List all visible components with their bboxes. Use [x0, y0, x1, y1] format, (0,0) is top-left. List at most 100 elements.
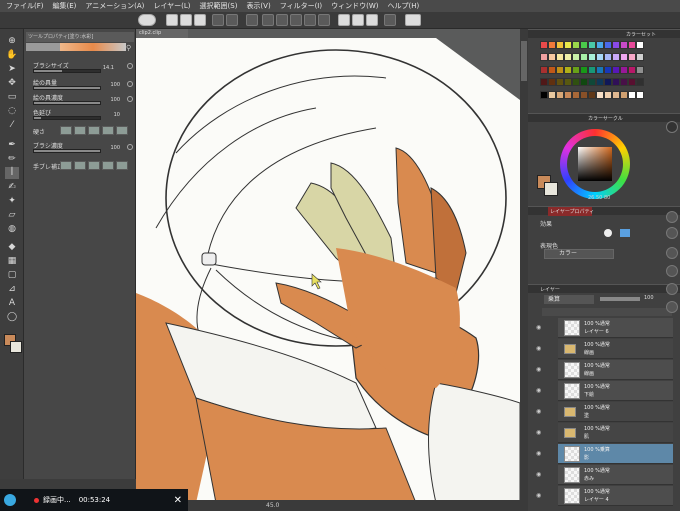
figure-icon[interactable]: ▢ [5, 269, 19, 281]
palette-color-swatch[interactable] [564, 53, 572, 62]
pressure-icon[interactable] [127, 81, 133, 87]
brush-size-slider[interactable] [33, 69, 101, 73]
expression-select[interactable]: カラー [544, 249, 614, 259]
panel-icon[interactable] [666, 121, 678, 133]
pencil-icon[interactable]: ✏ [5, 153, 19, 165]
palette-color-swatch[interactable] [604, 41, 612, 49]
palette-color-swatch[interactable] [540, 53, 548, 62]
close-icon[interactable]: ✕ [174, 495, 182, 506]
palette-color-swatch[interactable] [636, 41, 644, 49]
layer-visibility-eye-icon[interactable]: ◉ [536, 324, 544, 331]
open-file-icon[interactable] [180, 14, 192, 26]
opacity-value[interactable]: 100 [644, 295, 654, 301]
layer-folder[interactable]: 100 %通常肌 [558, 423, 673, 443]
snap-grid-icon[interactable] [366, 14, 378, 26]
palette-color-swatch[interactable] [604, 78, 612, 87]
palette-color-swatch[interactable] [572, 65, 580, 74]
palette-color-swatch[interactable] [612, 41, 620, 49]
palette-color-swatch[interactable] [612, 53, 620, 62]
palette-color-swatch[interactable] [540, 78, 548, 87]
blend-icon[interactable]: ◍ [5, 223, 19, 235]
palette-color-swatch[interactable] [628, 90, 636, 99]
layer-visibility-eye-icon[interactable]: ◉ [536, 492, 544, 499]
gradient-icon[interactable]: ▦ [5, 255, 19, 267]
menu-layer[interactable]: レイヤー(L) [153, 1, 190, 11]
layer-visibility-eye-icon[interactable]: ◉ [536, 408, 544, 415]
palette-color-swatch[interactable] [580, 78, 588, 87]
clear-icon[interactable] [246, 14, 258, 26]
layer-visibility-eye-icon[interactable]: ◉ [536, 429, 544, 436]
palette-color-swatch[interactable] [556, 65, 564, 74]
save-icon[interactable] [194, 14, 206, 26]
layer-toolbar[interactable] [542, 308, 672, 316]
hsv-icon[interactable] [666, 211, 678, 223]
clip-studio-icon[interactable] [138, 14, 156, 26]
palette-color-swatch[interactable] [604, 90, 612, 99]
zoom-value[interactable]: 45.0 [266, 502, 279, 509]
palette-color-swatch[interactable] [604, 65, 612, 74]
pressure-icon[interactable] [127, 63, 133, 69]
snap-icon[interactable] [318, 14, 330, 26]
palette-color-swatch[interactable] [540, 65, 548, 74]
brush-density-slider[interactable] [33, 149, 101, 153]
eraser-icon[interactable]: ▱ [5, 209, 19, 221]
hand-icon[interactable]: ✋ [5, 49, 19, 61]
menu-view[interactable]: 表示(V) [246, 1, 270, 11]
palette-color-swatch[interactable] [564, 78, 572, 87]
layer-panel-icon[interactable] [666, 301, 678, 313]
effect-color-icon[interactable] [620, 229, 630, 237]
palette-color-swatch[interactable] [540, 90, 548, 99]
hue-value[interactable]: 26 [588, 195, 594, 201]
layer-folder[interactable]: 100 %通常塗 [558, 402, 673, 422]
layer-visibility-eye-icon[interactable]: ◉ [536, 345, 544, 352]
palette-color-swatch[interactable] [620, 90, 628, 99]
zoom-icon[interactable]: ⊕ [5, 35, 19, 47]
layer-folder[interactable]: 100 %通常 線画 [558, 339, 673, 359]
palette-color-swatch[interactable] [540, 41, 548, 49]
eyedropper-icon[interactable]: ⁄ [5, 119, 19, 131]
palette-color-swatch[interactable] [588, 53, 596, 62]
color-icon[interactable] [384, 14, 396, 26]
search-icon[interactable]: ⚲ [126, 44, 134, 52]
new-file-icon[interactable] [166, 14, 178, 26]
pressure-icon[interactable] [127, 144, 133, 150]
palette-color-swatch[interactable] [620, 65, 628, 74]
palette-color-swatch[interactable] [628, 53, 636, 62]
palette-color-swatch[interactable] [596, 65, 604, 74]
blend-mode-select[interactable]: 乗算 [544, 295, 594, 304]
saturation-value[interactable]: 50 [596, 195, 602, 201]
menu-filter[interactable]: フィルター(I) [280, 1, 322, 11]
recorder-app-icon[interactable] [4, 494, 16, 506]
paint-amount-slider[interactable] [33, 86, 101, 90]
layer-row[interactable]: 100 %通常 レイヤー 6 [558, 318, 673, 338]
redo-icon[interactable] [226, 14, 238, 26]
effect-toggle-icon[interactable] [604, 229, 612, 237]
selection-icon[interactable]: ▭ [5, 91, 19, 103]
show-selection-icon[interactable] [304, 14, 316, 26]
palette-color-swatch[interactable] [596, 78, 604, 87]
palette-color-swatch[interactable] [588, 65, 596, 74]
canvas-vertical-scrollbar[interactable] [520, 29, 528, 505]
palette-color-swatch[interactable] [572, 41, 580, 49]
palette-color-swatch[interactable] [636, 53, 644, 62]
color-set-palette[interactable] [540, 41, 650, 103]
layer-visibility-eye-icon[interactable]: ◉ [536, 366, 544, 373]
palette-color-swatch[interactable] [556, 78, 564, 87]
opacity-slider[interactable] [600, 297, 640, 301]
palette-color-swatch[interactable] [636, 78, 644, 87]
pen-icon[interactable]: ✒ [5, 139, 19, 151]
palette-color-swatch[interactable] [548, 65, 556, 74]
menu-animation[interactable]: アニメーション(A) [85, 1, 144, 11]
layer-row[interactable]: 100 %通常 下絵 [558, 381, 673, 401]
layer-row[interactable]: 100 %通常 レイヤー 4 [558, 486, 673, 506]
color-stretch-slider[interactable] [33, 116, 101, 120]
pressure-icon[interactable] [127, 96, 133, 102]
ruler-icon[interactable]: ⊿ [5, 283, 19, 295]
airbrush-icon[interactable]: ✍ [5, 181, 19, 193]
layer-visibility-eye-icon[interactable]: ◉ [536, 471, 544, 478]
palette-color-swatch[interactable] [588, 41, 596, 49]
menu-help[interactable]: ヘルプ(H) [387, 1, 419, 11]
palette-color-swatch[interactable] [548, 78, 556, 87]
brush-size-value[interactable]: 14.1 [96, 65, 114, 71]
navigator-icon[interactable] [666, 283, 678, 295]
